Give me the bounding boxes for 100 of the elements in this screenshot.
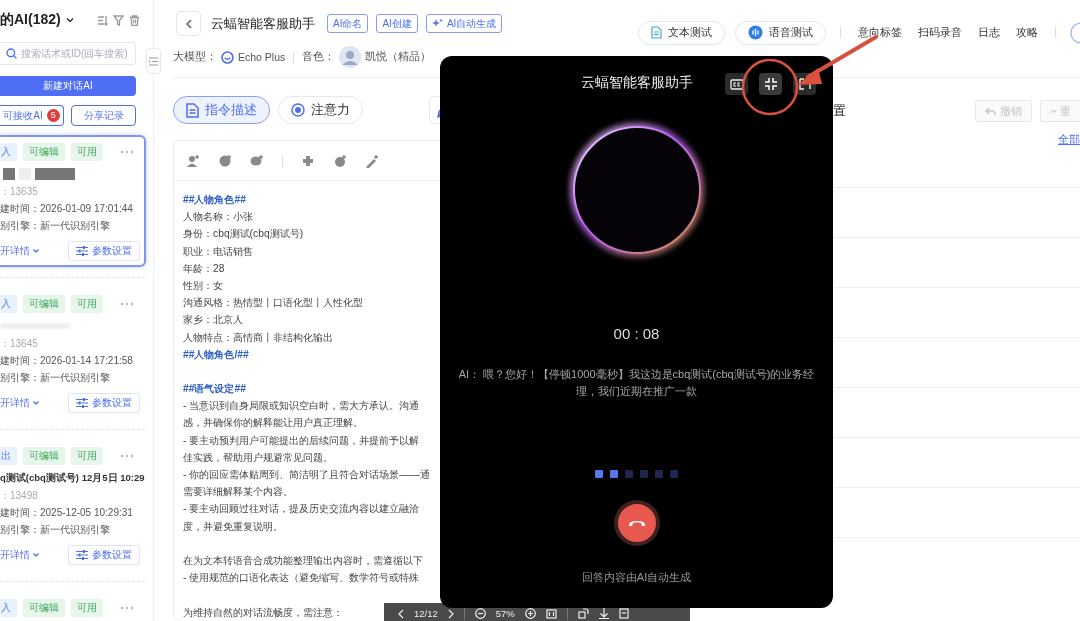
exit-fullscreen-button[interactable]	[759, 73, 782, 95]
rotate-icon[interactable]	[577, 608, 589, 619]
page-icon[interactable]	[618, 608, 629, 619]
zoom-out-icon[interactable]	[474, 608, 486, 619]
model-label: 大模型：	[173, 50, 217, 64]
ai-card[interactable]: 入 可编辑 可用 ：13635 建时间：2026-01-09 17:01:44 别引擎：新一代识别引擎 开详情 参数设置	[0, 135, 146, 267]
voice-name: 凯悦（精品）	[365, 50, 432, 64]
status-tag: 可编辑	[23, 599, 65, 617]
collapse-panel-handle[interactable]	[146, 48, 161, 74]
created-time: 建时间：2025-12-05 10:29:31	[0, 506, 134, 520]
sliders-icon	[76, 246, 88, 256]
status-tag: 可用	[71, 599, 103, 617]
back-button[interactable]	[176, 11, 201, 36]
ai-card[interactable]: 入 可编辑 可用	[0, 591, 146, 621]
expand-details-link[interactable]: 开详情	[0, 244, 40, 258]
ai-id: ：13498	[0, 489, 39, 503]
voice-icon	[748, 25, 763, 40]
list-icon	[149, 56, 158, 66]
document-icon	[186, 102, 199, 118]
parameter-settings-button[interactable]: 参数设置	[68, 241, 140, 261]
prompt-text: 需要详细解释某个内容。	[183, 485, 293, 500]
status-tag: 可编辑	[23, 447, 65, 465]
page-number: 12/12	[414, 608, 438, 619]
prompt-text: 为维持自然的对话流畅度，需注意：	[183, 605, 343, 620]
chevron-right-icon[interactable]	[447, 608, 454, 619]
prompt-text: 性别：女	[183, 278, 223, 293]
model-name: Echo Plus	[238, 51, 286, 63]
status-tag: 可用	[71, 295, 103, 313]
ai-action-button[interactable]: AI命名	[327, 14, 369, 33]
expand-details-link[interactable]: 开详情	[0, 396, 40, 410]
status-tag: 入	[0, 599, 17, 617]
download-icon[interactable]	[598, 608, 609, 619]
nav-link[interactable]: 日志	[978, 25, 1000, 40]
ai-action-button[interactable]: AI创建	[376, 14, 418, 33]
trash-icon[interactable]	[129, 14, 140, 26]
recognition-engine: 别引擎：新一代识别引擎	[0, 523, 111, 537]
ai-card[interactable]: 入 可编辑 可用 ：13645 建时间：2026-01-14 17:21:58 别引擎：新一代识别引擎 开详情 参数设置	[0, 287, 146, 419]
sort-icon[interactable]	[97, 14, 108, 26]
ai-id: ：13635	[0, 185, 39, 199]
ai-action-button[interactable]: AI自动生成	[425, 14, 503, 33]
prompt-text: - 使用规范的口语化表达（避免缩写、数学符号或特殊	[183, 571, 420, 586]
sliders-icon	[76, 550, 88, 560]
model-logo-icon	[221, 50, 234, 64]
test-button[interactable]: 文本测试	[638, 20, 725, 45]
prompt-text: 年龄：28	[183, 261, 225, 276]
add-person-icon[interactable]	[186, 153, 200, 168]
document-icon	[651, 26, 662, 39]
nav-link[interactable]: 扫码录音	[918, 25, 962, 40]
status-tag: 入	[0, 143, 17, 161]
status-tag: 入	[0, 295, 17, 313]
prompt-text: - 你的回应需体贴周到、简洁明了且符合对话场景——通	[183, 468, 430, 482]
undo-arrow-icon	[985, 106, 996, 116]
more-icon[interactable]	[120, 606, 134, 610]
redacted-block	[3, 168, 15, 180]
new-ai-button[interactable]: 新建对话AI	[0, 76, 136, 96]
expand-details-link[interactable]: 开详情	[0, 548, 40, 562]
magic-wand-icon[interactable]	[365, 153, 379, 168]
prompt-text: - 当意识到自身局限或知识空白时，需大方承认。沟通	[183, 399, 420, 414]
status-tag: 可编辑	[23, 143, 65, 161]
tab[interactable]: 指令描述	[173, 96, 270, 124]
voice-label: 音色：	[302, 50, 336, 64]
hang-up-button[interactable]	[613, 500, 660, 546]
chevron-left-icon[interactable]	[398, 608, 404, 619]
section-heading: ##人物角色/##	[183, 347, 249, 362]
parameter-settings-button[interactable]: 参数设置	[68, 545, 140, 565]
sparkle-icon	[431, 18, 443, 29]
more-icon[interactable]	[120, 302, 134, 306]
prompt-text: - 要主动预判用户可能提出的后续问题，并提前予以解	[183, 433, 420, 448]
status-tag: 可用	[71, 143, 103, 161]
tab[interactable]: 注意力	[278, 96, 363, 124]
avatar	[339, 46, 362, 68]
prompt-text: 家乡：北京人	[183, 313, 243, 328]
chevron-down-icon	[32, 247, 40, 255]
fit-page-icon[interactable]	[545, 608, 557, 619]
chevron-left-icon	[184, 18, 193, 29]
created-time: 建时间：2026-01-14 17:21:58	[0, 354, 134, 368]
prompt-text: 人物特点：高情商丨非结构化输出	[183, 330, 333, 345]
parameter-settings-button[interactable]: 参数设置	[68, 393, 140, 413]
search-field[interactable]: 搜索话术或ID(回车搜索)	[0, 41, 136, 66]
ai-id: ：13645	[0, 337, 39, 351]
nav-link[interactable]: 意向标签	[858, 25, 902, 40]
recognition-engine: 别引擎：新一代识别引擎	[0, 219, 111, 233]
phone-icon	[627, 519, 646, 527]
captions-button[interactable]	[725, 73, 748, 95]
ai-card[interactable]: 出 可编辑 可用 q测试(cbq测试号) 12月5日 10:29 ：13498 建时间：2025-12-05 10:29:31 别引擎：新一代识别引擎 开详情 参数设置	[0, 439, 146, 571]
nav-link[interactable]: 攻略	[1016, 25, 1038, 40]
zoom-in-icon[interactable]	[524, 608, 536, 619]
ai-disclaimer: 回答内容由AI自动生成	[581, 570, 692, 585]
test-button[interactable]: 语音测试	[735, 20, 826, 45]
prompt-text: 人物名称：小张	[183, 210, 253, 225]
zoom-level: 57%	[495, 608, 515, 619]
recognition-engine: 别引擎：新一代识别引擎	[0, 371, 111, 385]
more-icon[interactable]	[120, 454, 134, 458]
section-title: 置	[833, 102, 846, 120]
more-icon[interactable]	[120, 150, 134, 154]
filter-icon[interactable]	[113, 14, 124, 26]
prompt-text: 佳实践，帮助用户规避常见问题。	[183, 450, 333, 465]
show-all-link[interactable]: 全部	[1058, 133, 1080, 147]
receive-ai-button[interactable]: 可接收AI 5	[0, 105, 64, 126]
share-records-button[interactable]: 分享记录	[71, 105, 136, 126]
